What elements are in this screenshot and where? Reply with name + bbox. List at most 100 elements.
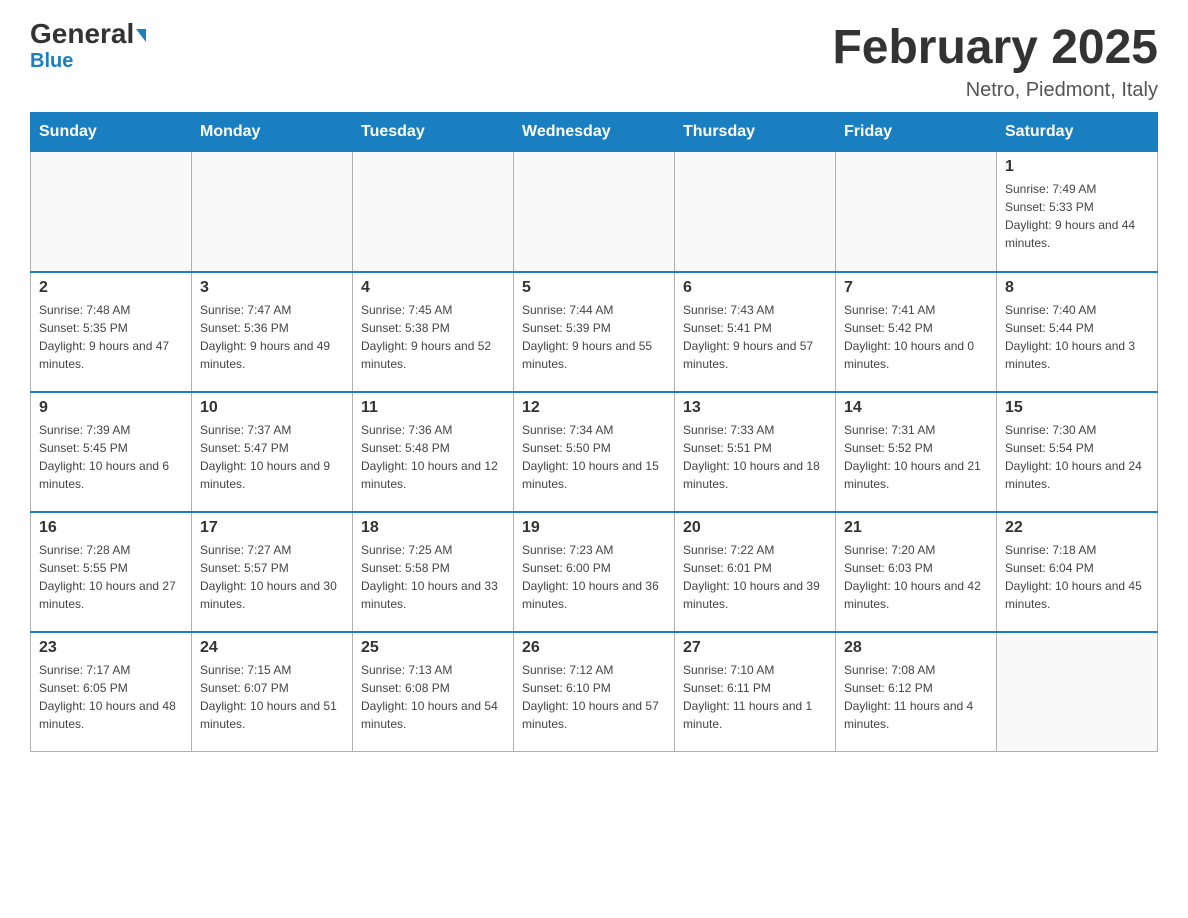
day-number: 21 — [844, 519, 988, 537]
day-info: Sunrise: 7:20 AM Sunset: 6:03 PM Dayligh… — [844, 541, 988, 613]
calendar-week-row: 9Sunrise: 7:39 AM Sunset: 5:45 PM Daylig… — [31, 392, 1158, 512]
table-row: 12Sunrise: 7:34 AM Sunset: 5:50 PM Dayli… — [514, 392, 675, 512]
table-row: 17 Sunrise: 7:27 AM Sunset: 5:57 PM Dayli… — [192, 512, 353, 632]
logo-text: General — [30, 20, 146, 48]
day-number: 20 — [683, 519, 827, 537]
table-row: 10 Sunrise: 7:37 AM Sunset: 5:47 PM Dayli… — [192, 392, 353, 512]
table-row: 19 Sunrise: 7:23 AM Sunset: 6:00 PM Dayli… — [514, 512, 675, 632]
day-info: Sunrise: 7:23 AM Sunset: 6:00 PM Dayligh… — [522, 541, 666, 613]
title-block: February 2025 Netro, Piedmont, Italy — [832, 20, 1158, 102]
day-number: 16 — [39, 519, 183, 537]
day-info: Sunrise: 7:27 AM Sunset: 5:57 PM Dayligh… — [200, 541, 344, 613]
calendar-week-row: 1 Sunrise: 7:49 AM Sunset: 5:33 PM Daylig… — [31, 152, 1158, 272]
table-row — [31, 152, 192, 272]
table-row: 3Sunrise: 7:47 AM Sunset: 5:36 PM Daylig… — [192, 272, 353, 392]
day-info: Sunrise: 7:36 AM Sunset: 5:48 PM Dayligh… — [361, 421, 505, 493]
day-info: Sunrise: 7:49 AM Sunset: 5:33 PM Dayligh… — [1005, 180, 1149, 252]
header-tuesday: Tuesday — [353, 113, 514, 152]
header-monday: Monday — [192, 113, 353, 152]
day-number: 23 — [39, 639, 183, 657]
month-title: February 2025 — [832, 20, 1158, 75]
table-row: 6 Sunrise: 7:43 AM Sunset: 5:41 PM Daylig… — [675, 272, 836, 392]
weekday-header-row: Sunday Monday Tuesday Wednesday Thursday… — [31, 113, 1158, 152]
table-row: 14 Sunrise: 7:31 AM Sunset: 5:52 PM Dayli… — [836, 392, 997, 512]
day-number: 19 — [522, 519, 666, 537]
table-row: 22Sunrise: 7:18 AM Sunset: 6:04 PM Dayli… — [997, 512, 1158, 632]
table-row — [514, 152, 675, 272]
day-number: 6 — [683, 279, 827, 297]
day-info: Sunrise: 7:33 AM Sunset: 5:51 PM Dayligh… — [683, 421, 827, 493]
day-info: Sunrise: 7:13 AM Sunset: 6:08 PM Dayligh… — [361, 661, 505, 733]
day-info: Sunrise: 7:37 AM Sunset: 5:47 PM Dayligh… — [200, 421, 344, 493]
table-row: 13 Sunrise: 7:33 AM Sunset: 5:51 PM Dayli… — [675, 392, 836, 512]
day-number: 17 — [200, 519, 344, 537]
table-row: 1 Sunrise: 7:49 AM Sunset: 5:33 PM Daylig… — [997, 152, 1158, 272]
table-row: 9Sunrise: 7:39 AM Sunset: 5:45 PM Daylig… — [31, 392, 192, 512]
page-header: General Blue February 2025 Netro, Piedmo… — [30, 20, 1158, 102]
table-row — [997, 632, 1158, 752]
table-row: 24Sunrise: 7:15 AM Sunset: 6:07 PM Dayli… — [192, 632, 353, 752]
day-info: Sunrise: 7:12 AM Sunset: 6:10 PM Dayligh… — [522, 661, 666, 733]
day-info: Sunrise: 7:44 AM Sunset: 5:39 PM Dayligh… — [522, 301, 666, 373]
table-row: 2 Sunrise: 7:48 AM Sunset: 5:35 PM Daylig… — [31, 272, 192, 392]
day-number: 1 — [1005, 158, 1149, 176]
calendar-week-row: 2 Sunrise: 7:48 AM Sunset: 5:35 PM Daylig… — [31, 272, 1158, 392]
location-title: Netro, Piedmont, Italy — [832, 79, 1158, 102]
day-info: Sunrise: 7:17 AM Sunset: 6:05 PM Dayligh… — [39, 661, 183, 733]
day-number: 26 — [522, 639, 666, 657]
table-row — [353, 152, 514, 272]
day-info: Sunrise: 7:25 AM Sunset: 5:58 PM Dayligh… — [361, 541, 505, 613]
day-info: Sunrise: 7:41 AM Sunset: 5:42 PM Dayligh… — [844, 301, 988, 373]
table-row: 18 Sunrise: 7:25 AM Sunset: 5:58 PM Dayli… — [353, 512, 514, 632]
table-row: 23 Sunrise: 7:17 AM Sunset: 6:05 PM Dayli… — [31, 632, 192, 752]
table-row: 27Sunrise: 7:10 AM Sunset: 6:11 PM Dayli… — [675, 632, 836, 752]
table-row — [192, 152, 353, 272]
header-sunday: Sunday — [31, 113, 192, 152]
day-number: 13 — [683, 399, 827, 417]
day-info: Sunrise: 7:43 AM Sunset: 5:41 PM Dayligh… — [683, 301, 827, 373]
day-number: 14 — [844, 399, 988, 417]
table-row: 11 Sunrise: 7:36 AM Sunset: 5:48 PM Dayli… — [353, 392, 514, 512]
day-info: Sunrise: 7:28 AM Sunset: 5:55 PM Dayligh… — [39, 541, 183, 613]
day-number: 15 — [1005, 399, 1149, 417]
table-row: 21 Sunrise: 7:20 AM Sunset: 6:03 PM Dayli… — [836, 512, 997, 632]
day-info: Sunrise: 7:30 AM Sunset: 5:54 PM Dayligh… — [1005, 421, 1149, 493]
logo: General Blue — [30, 20, 146, 73]
day-info: Sunrise: 7:47 AM Sunset: 5:36 PM Dayligh… — [200, 301, 344, 373]
table-row — [836, 152, 997, 272]
logo-subtitle: Blue — [30, 50, 73, 73]
day-number: 28 — [844, 639, 988, 657]
day-number: 5 — [522, 279, 666, 297]
table-row: 16 Sunrise: 7:28 AM Sunset: 5:55 PM Dayli… — [31, 512, 192, 632]
table-row: 7 Sunrise: 7:41 AM Sunset: 5:42 PM Daylig… — [836, 272, 997, 392]
day-info: Sunrise: 7:40 AM Sunset: 5:44 PM Dayligh… — [1005, 301, 1149, 373]
table-row: 25Sunrise: 7:13 AM Sunset: 6:08 PM Dayli… — [353, 632, 514, 752]
day-info: Sunrise: 7:48 AM Sunset: 5:35 PM Dayligh… — [39, 301, 183, 373]
day-number: 12 — [522, 399, 666, 417]
day-number: 2 — [39, 279, 183, 297]
day-number: 7 — [844, 279, 988, 297]
day-number: 27 — [683, 639, 827, 657]
calendar-week-row: 23 Sunrise: 7:17 AM Sunset: 6:05 PM Dayli… — [31, 632, 1158, 752]
table-row: 28 Sunrise: 7:08 AM Sunset: 6:12 PM Dayli… — [836, 632, 997, 752]
header-saturday: Saturday — [997, 113, 1158, 152]
table-row: 15 Sunrise: 7:30 AM Sunset: 5:54 PM Dayli… — [997, 392, 1158, 512]
day-number: 9 — [39, 399, 183, 417]
day-info: Sunrise: 7:31 AM Sunset: 5:52 PM Dayligh… — [844, 421, 988, 493]
header-thursday: Thursday — [675, 113, 836, 152]
table-row: 5 Sunrise: 7:44 AM Sunset: 5:39 PM Daylig… — [514, 272, 675, 392]
day-info: Sunrise: 7:08 AM Sunset: 6:12 PM Dayligh… — [844, 661, 988, 733]
day-number: 11 — [361, 399, 505, 417]
calendar-table: Sunday Monday Tuesday Wednesday Thursday… — [30, 112, 1158, 752]
day-info: Sunrise: 7:22 AM Sunset: 6:01 PM Dayligh… — [683, 541, 827, 613]
header-wednesday: Wednesday — [514, 113, 675, 152]
table-row: 20 Sunrise: 7:22 AM Sunset: 6:01 PM Dayli… — [675, 512, 836, 632]
table-row: 26 Sunrise: 7:12 AM Sunset: 6:10 PM Dayli… — [514, 632, 675, 752]
day-number: 18 — [361, 519, 505, 537]
day-number: 24 — [200, 639, 344, 657]
day-number: 10 — [200, 399, 344, 417]
day-info: Sunrise: 7:45 AM Sunset: 5:38 PM Dayligh… — [361, 301, 505, 373]
day-number: 8 — [1005, 279, 1149, 297]
header-friday: Friday — [836, 113, 997, 152]
logo-triangle-icon — [136, 29, 146, 42]
